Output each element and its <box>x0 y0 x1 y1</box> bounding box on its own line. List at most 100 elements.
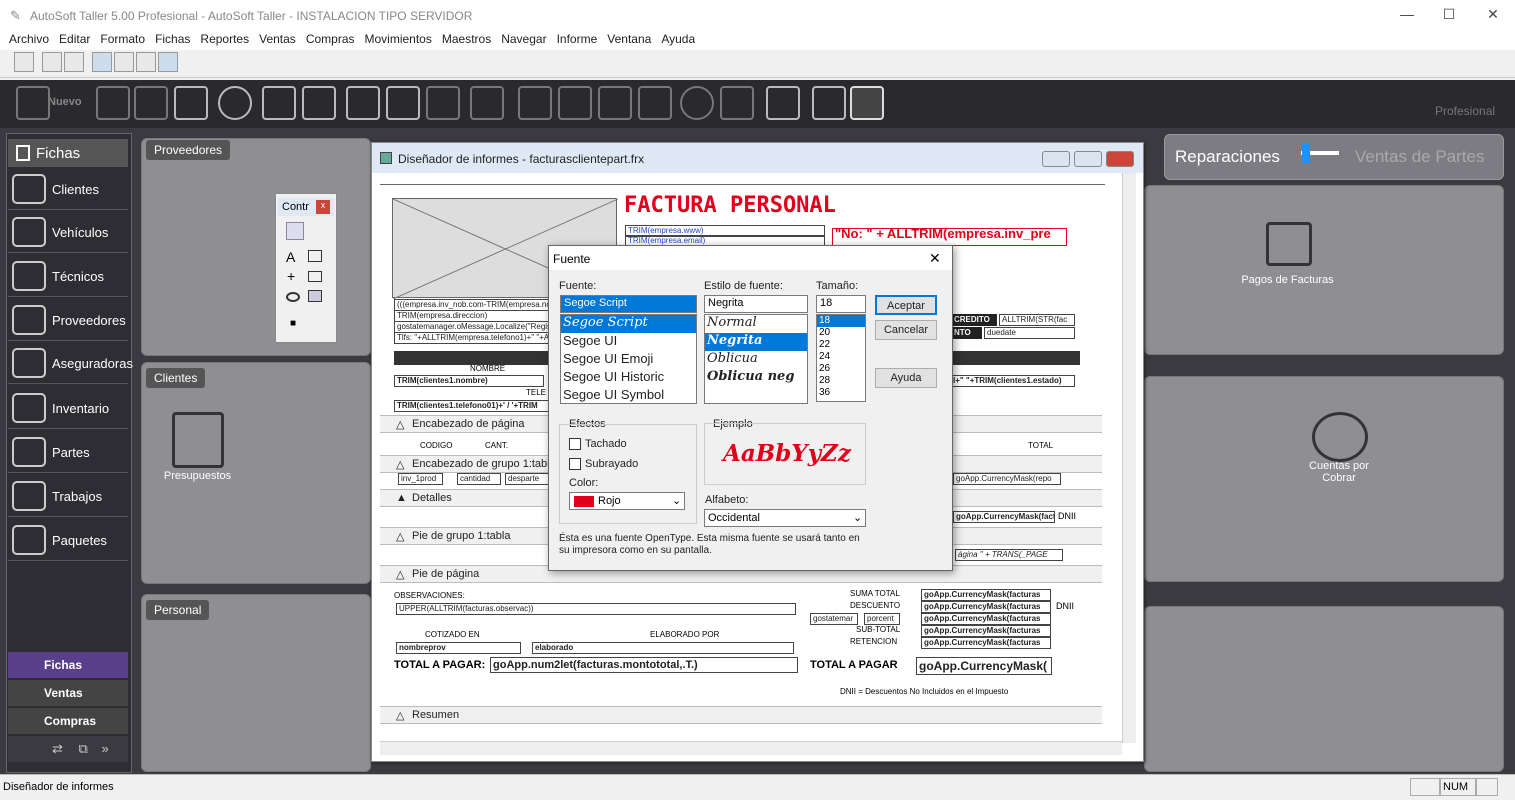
strike-checkbox[interactable] <box>569 438 581 450</box>
help-button[interactable]: Ayuda <box>875 368 937 388</box>
font-dialog-close-button[interactable]: ✕ <box>929 250 941 267</box>
download-icon[interactable] <box>174 86 208 120</box>
sidebar-item-vehiculos[interactable]: Vehículos <box>8 211 128 253</box>
close-button[interactable]: ✕ <box>1478 6 1508 23</box>
paste-icon[interactable] <box>426 86 460 120</box>
sidebar-item-aseguradoras[interactable]: Aseguradoras <box>8 342 133 384</box>
last-record-icon[interactable] <box>638 86 672 120</box>
pagos-label[interactable]: Pagos de Facturas <box>1225 274 1350 286</box>
sidebar-item-tecnicos[interactable]: Técnicos <box>8 255 128 297</box>
report-title-text[interactable]: FACTURA PERSONAL <box>624 193 836 218</box>
phone-field[interactable]: Tlfs: "+ALLTRIM(empresa.telefono1)+" "+A… <box>394 332 552 344</box>
observaciones-field[interactable]: UPPER(ALLTRIM(facturas.observac)) <box>396 603 796 615</box>
font-name-input[interactable]: Segoe Script <box>560 295 697 313</box>
clipboard-icon[interactable] <box>64 52 84 72</box>
ok-button[interactable]: Aceptar <box>875 295 937 315</box>
style-option[interactable]: Normal <box>705 315 807 333</box>
refresh-icon[interactable] <box>114 52 134 72</box>
cmask-descuento2-field[interactable]: goApp.CurrencyMask(facturas <box>921 613 1051 625</box>
menu-archivo[interactable]: Archivo <box>4 30 54 50</box>
script-select[interactable]: Occidental ⌄ <box>704 509 866 527</box>
minimize-button[interactable]: — <box>1392 6 1422 22</box>
duedate-field[interactable]: duedate <box>984 327 1075 339</box>
cmask-retencion-field[interactable]: goApp.CurrencyMask(facturas <box>921 637 1051 649</box>
toggle-thumb[interactable] <box>1302 143 1310 163</box>
sidebar-item-proveedores[interactable]: Proveedores <box>8 299 128 341</box>
print-icon[interactable] <box>262 86 296 120</box>
align-icon[interactable] <box>136 52 156 72</box>
num2let-field[interactable]: goApp.num2let(facturas.montototal,.T.) <box>490 657 798 673</box>
envelope-icon[interactable] <box>1266 222 1312 266</box>
field-tool-icon[interactable] <box>308 250 322 262</box>
font-option[interactable]: Segoe UI Historic <box>561 369 696 387</box>
previous-record-icon[interactable] <box>558 86 592 120</box>
cancel-button[interactable]: Cancelar <box>875 320 937 340</box>
sidebar-item-paquetes[interactable]: Paquetes <box>8 519 128 561</box>
picture-tool-icon[interactable] <box>308 290 322 302</box>
underline-checkbox[interactable] <box>569 458 581 470</box>
client-name-field[interactable]: TRIM(clientes1.nombre) <box>394 375 544 387</box>
menu-editar[interactable]: Editar <box>54 30 95 50</box>
sidebar-item-trabajos[interactable]: Trabajos <box>8 475 128 517</box>
tab-fichas[interactable]: Fichas <box>8 652 128 678</box>
desparte-field[interactable]: desparte <box>505 473 549 485</box>
line-tool-icon[interactable]: + <box>287 268 295 284</box>
size-option[interactable]: 20 <box>817 327 865 339</box>
size-option[interactable]: 28 <box>817 375 865 387</box>
tools-icon[interactable] <box>92 52 112 72</box>
sidebar-item-partes[interactable]: Partes <box>8 431 128 473</box>
tab-ventas[interactable]: Ventas <box>8 680 128 706</box>
page-number-field[interactable]: ágina " + TRANS(_PAGE <box>955 549 1063 561</box>
client-state-field[interactable]: l+" "+TRIM(clientes1.estado) <box>950 375 1075 387</box>
reload-icon[interactable] <box>218 86 252 120</box>
cuentas-label[interactable]: Cuentas por Cobrar <box>1295 460 1383 484</box>
font-option[interactable]: Segoe UI Symbol <box>561 387 696 403</box>
elaborado-field[interactable]: elaborado <box>532 642 794 654</box>
windows-icon[interactable]: ⧉ <box>79 741 88 756</box>
menu-navegar[interactable]: Navegar <box>496 30 551 50</box>
size-option[interactable]: 36 <box>817 387 865 399</box>
font-option[interactable]: Segoe UI <box>561 333 696 351</box>
invoice-number-field[interactable]: "No: " + ALLTRIM(empresa.inv_pre <box>832 228 1067 246</box>
next-record-icon[interactable] <box>598 86 632 120</box>
pencil-icon[interactable] <box>134 86 168 120</box>
toolbox-close-icon[interactable]: x <box>316 200 330 214</box>
band-resumen[interactable]: △ Resumen <box>380 706 1102 724</box>
monitor-icon[interactable] <box>302 86 336 120</box>
cantidad-field[interactable]: cantidad <box>457 473 501 485</box>
currency-field-2[interactable]: goApp.CurrencyMask(factur <box>953 511 1055 523</box>
nto-label[interactable]: NTO <box>952 327 982 339</box>
list-view-icon[interactable] <box>720 86 754 120</box>
size-option[interactable]: 26 <box>817 363 865 375</box>
currency-field[interactable]: goApp.CurrencyMask(repo <box>953 473 1061 485</box>
menu-formato[interactable]: Formato <box>95 30 150 50</box>
font-icon[interactable] <box>850 86 884 120</box>
search-icon[interactable] <box>680 86 714 120</box>
style-option[interactable]: Oblicua <box>705 351 807 369</box>
font-name-list[interactable]: Segoe Script Segoe UI Segoe UI Emoji Seg… <box>560 314 697 404</box>
color-select[interactable]: Rojo ⌄ <box>569 492 685 510</box>
new-label[interactable]: Nuevo <box>48 96 82 108</box>
calculator-icon[interactable] <box>812 86 846 120</box>
menu-ventas[interactable]: Ventas <box>254 30 301 50</box>
inv-1prod-field[interactable]: inv_1prod <box>398 473 443 485</box>
rounded-rect-tool-icon[interactable] <box>286 292 300 302</box>
designer-minimize-button[interactable] <box>1042 151 1070 167</box>
designer-close-button[interactable] <box>1106 151 1134 167</box>
sidebar-item-clientes[interactable]: Clientes <box>8 168 128 210</box>
style-option[interactable]: Negrita <box>705 333 807 351</box>
gostatemar-field[interactable]: gostatemar <box>810 613 858 625</box>
vertical-scrollbar[interactable] <box>1122 173 1136 743</box>
font-size-input[interactable]: 18 <box>816 295 866 313</box>
font-style-list[interactable]: Normal Negrita Oblicua Oblicua neg <box>704 314 808 404</box>
menu-informe[interactable]: Informe <box>552 30 603 50</box>
first-record-icon[interactable] <box>518 86 552 120</box>
maximize-button[interactable]: ☐ <box>1434 6 1464 23</box>
more-icon[interactable]: » <box>101 741 108 756</box>
font-size-list[interactable]: 18 20 22 24 26 28 36 <box>816 314 866 402</box>
menu-fichas[interactable]: Fichas <box>150 30 195 50</box>
cmask-subtotal-field[interactable]: goApp.CurrencyMask(facturas <box>921 625 1051 637</box>
size-option[interactable]: 24 <box>817 351 865 363</box>
cmask-total-field[interactable]: goApp.CurrencyMask( <box>916 657 1052 675</box>
menu-reportes[interactable]: Reportes <box>195 30 254 50</box>
